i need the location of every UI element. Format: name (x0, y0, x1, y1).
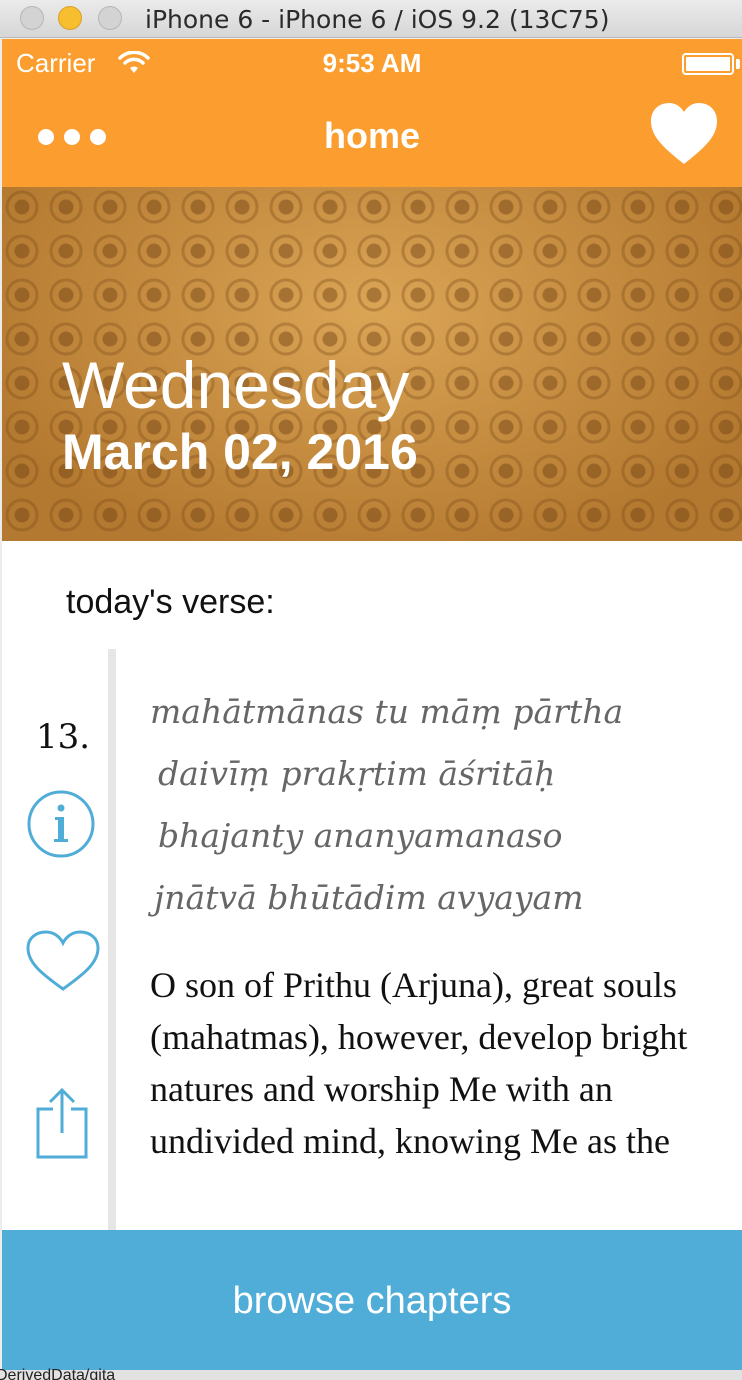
window-title: iPhone 6 - iPhone 6 / iOS 9.2 (13C75) (145, 5, 610, 34)
navigation-bar: home (2, 87, 742, 187)
sanskrit-line: daivīṃ prakṛtim āśritāḥ (158, 754, 556, 793)
page-title: home (323, 115, 420, 156)
path-fragment: DerivedData/gita (0, 1367, 116, 1380)
browse-chapters-label: browse chapters (232, 1280, 512, 1322)
browse-chapters-button[interactable]: browse chapters (2, 1230, 742, 1370)
date-label: March 02, 2016 (62, 424, 418, 480)
status-time: 9:53 AM (322, 48, 422, 78)
share-icon[interactable] (34, 1087, 90, 1159)
weekday-label: Wednesday (62, 348, 410, 422)
window-zoom-button[interactable] (98, 6, 122, 30)
sanskrit-verse: mahātmānas tu māṃ pārtha daivīṃ prakṛtim… (150, 681, 623, 929)
phone-screen: Carrier 9:53 AM home Wednesday March 02,… (2, 39, 742, 1370)
sanskrit-line: mahātmānas tu māṃ pārtha (150, 692, 624, 731)
heart-icon[interactable] (648, 101, 720, 167)
battery-tip (736, 59, 740, 69)
date-banner: Wednesday March 02, 2016 (2, 187, 742, 541)
favorite-heart-icon[interactable] (24, 929, 102, 993)
verse-divider (108, 649, 116, 1249)
info-icon[interactable] (26, 789, 96, 859)
window-close-button[interactable] (20, 6, 44, 30)
sanskrit-line: bhajanty ananyamanaso (158, 816, 563, 855)
window-minimize-button[interactable] (58, 6, 82, 30)
verse-translation: O son of Prithu (Arjuna), great souls (m… (150, 965, 688, 1161)
verse-heading: today's verse: (66, 583, 275, 621)
verse-number: 13. (36, 717, 91, 757)
battery-icon (682, 53, 734, 75)
sanskrit-line: jnātvā bhūtādim avyayam (154, 878, 584, 917)
status-bar: Carrier 9:53 AM (2, 39, 742, 87)
simulator-titlebar: iPhone 6 - iPhone 6 / iOS 9.2 (13C75) (0, 0, 742, 38)
